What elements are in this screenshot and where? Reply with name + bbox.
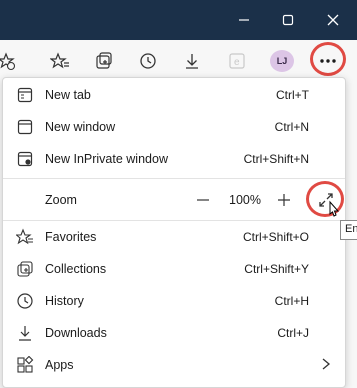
menu-item-shortcut: Ctrl+T bbox=[276, 88, 309, 102]
menu-item-label: History bbox=[45, 294, 84, 308]
settings-menu: New tab Ctrl+T New window Ctrl+N New InP… bbox=[2, 77, 346, 388]
menu-item-apps[interactable]: Apps bbox=[3, 349, 345, 381]
menu-item-new-inprivate-window[interactable]: New InPrivate window Ctrl+Shift+N bbox=[3, 143, 345, 175]
internet-explorer-icon: e bbox=[225, 49, 249, 73]
downloads-icon bbox=[15, 323, 35, 343]
inprivate-icon bbox=[15, 149, 35, 169]
menu-item-label: New window bbox=[45, 120, 116, 134]
menu-item-label: Collections bbox=[45, 262, 107, 276]
zoom-out-button[interactable] bbox=[192, 189, 214, 211]
zoom-value: 100% bbox=[229, 193, 261, 207]
collections-icon bbox=[15, 259, 35, 279]
history-icon[interactable] bbox=[136, 49, 160, 73]
tooltip: En bbox=[340, 220, 357, 240]
add-favorite-icon[interactable] bbox=[0, 49, 18, 73]
highlight-circle-more bbox=[310, 42, 346, 76]
menu-item-shortcut: Ctrl+J bbox=[277, 326, 309, 340]
close-icon[interactable] bbox=[321, 8, 345, 32]
menu-item-new-window[interactable]: New window Ctrl+N bbox=[3, 111, 345, 143]
minus-icon bbox=[197, 199, 209, 201]
zoom-row: Zoom 100% bbox=[3, 181, 345, 219]
menu-item-label: Downloads bbox=[45, 326, 107, 340]
menu-item-shortcut: Ctrl+Shift+N bbox=[243, 152, 309, 166]
title-bar bbox=[0, 0, 357, 40]
downloads-icon[interactable] bbox=[180, 49, 204, 73]
zoom-in-button[interactable] bbox=[273, 189, 295, 211]
menu-divider bbox=[3, 178, 345, 179]
new-tab-icon bbox=[15, 85, 35, 105]
menu-item-new-tab[interactable]: New tab Ctrl+T bbox=[3, 79, 345, 111]
menu-item-label: New InPrivate window bbox=[45, 152, 168, 166]
menu-item-shortcut: Ctrl+H bbox=[274, 294, 309, 308]
menu-item-label: Favorites bbox=[45, 230, 97, 244]
menu-item-label: Apps bbox=[45, 358, 74, 372]
menu-item-label: New tab bbox=[45, 88, 91, 102]
history-icon bbox=[15, 291, 35, 311]
chevron-right-icon bbox=[322, 358, 331, 370]
menu-item-history[interactable]: History Ctrl+H bbox=[3, 285, 345, 317]
plus-icon bbox=[278, 194, 290, 206]
collections-icon[interactable] bbox=[92, 49, 116, 73]
menu-item-shortcut: Ctrl+Shift+Y bbox=[244, 262, 309, 276]
maximize-icon[interactable] bbox=[276, 8, 300, 32]
mouse-cursor-icon bbox=[329, 200, 340, 217]
apps-icon bbox=[15, 355, 35, 375]
menu-item-downloads[interactable]: Downloads Ctrl+J bbox=[3, 317, 345, 349]
profile-avatar[interactable]: LJ bbox=[270, 50, 294, 72]
menu-item-favorites[interactable]: Favorites Ctrl+Shift+O bbox=[3, 221, 345, 253]
svg-text:e: e bbox=[234, 57, 240, 68]
zoom-label: Zoom bbox=[45, 193, 77, 207]
minimize-icon[interactable] bbox=[232, 8, 256, 32]
menu-item-shortcut: Ctrl+N bbox=[274, 120, 309, 134]
menu-item-shortcut: Ctrl+Shift+O bbox=[242, 230, 309, 244]
new-window-icon bbox=[15, 117, 35, 137]
menu-item-collections[interactable]: Collections Ctrl+Shift+Y bbox=[3, 253, 345, 285]
browser-toolbar: e LJ bbox=[0, 40, 357, 82]
favorites-icon bbox=[15, 227, 35, 247]
favorites-icon[interactable] bbox=[48, 49, 72, 73]
